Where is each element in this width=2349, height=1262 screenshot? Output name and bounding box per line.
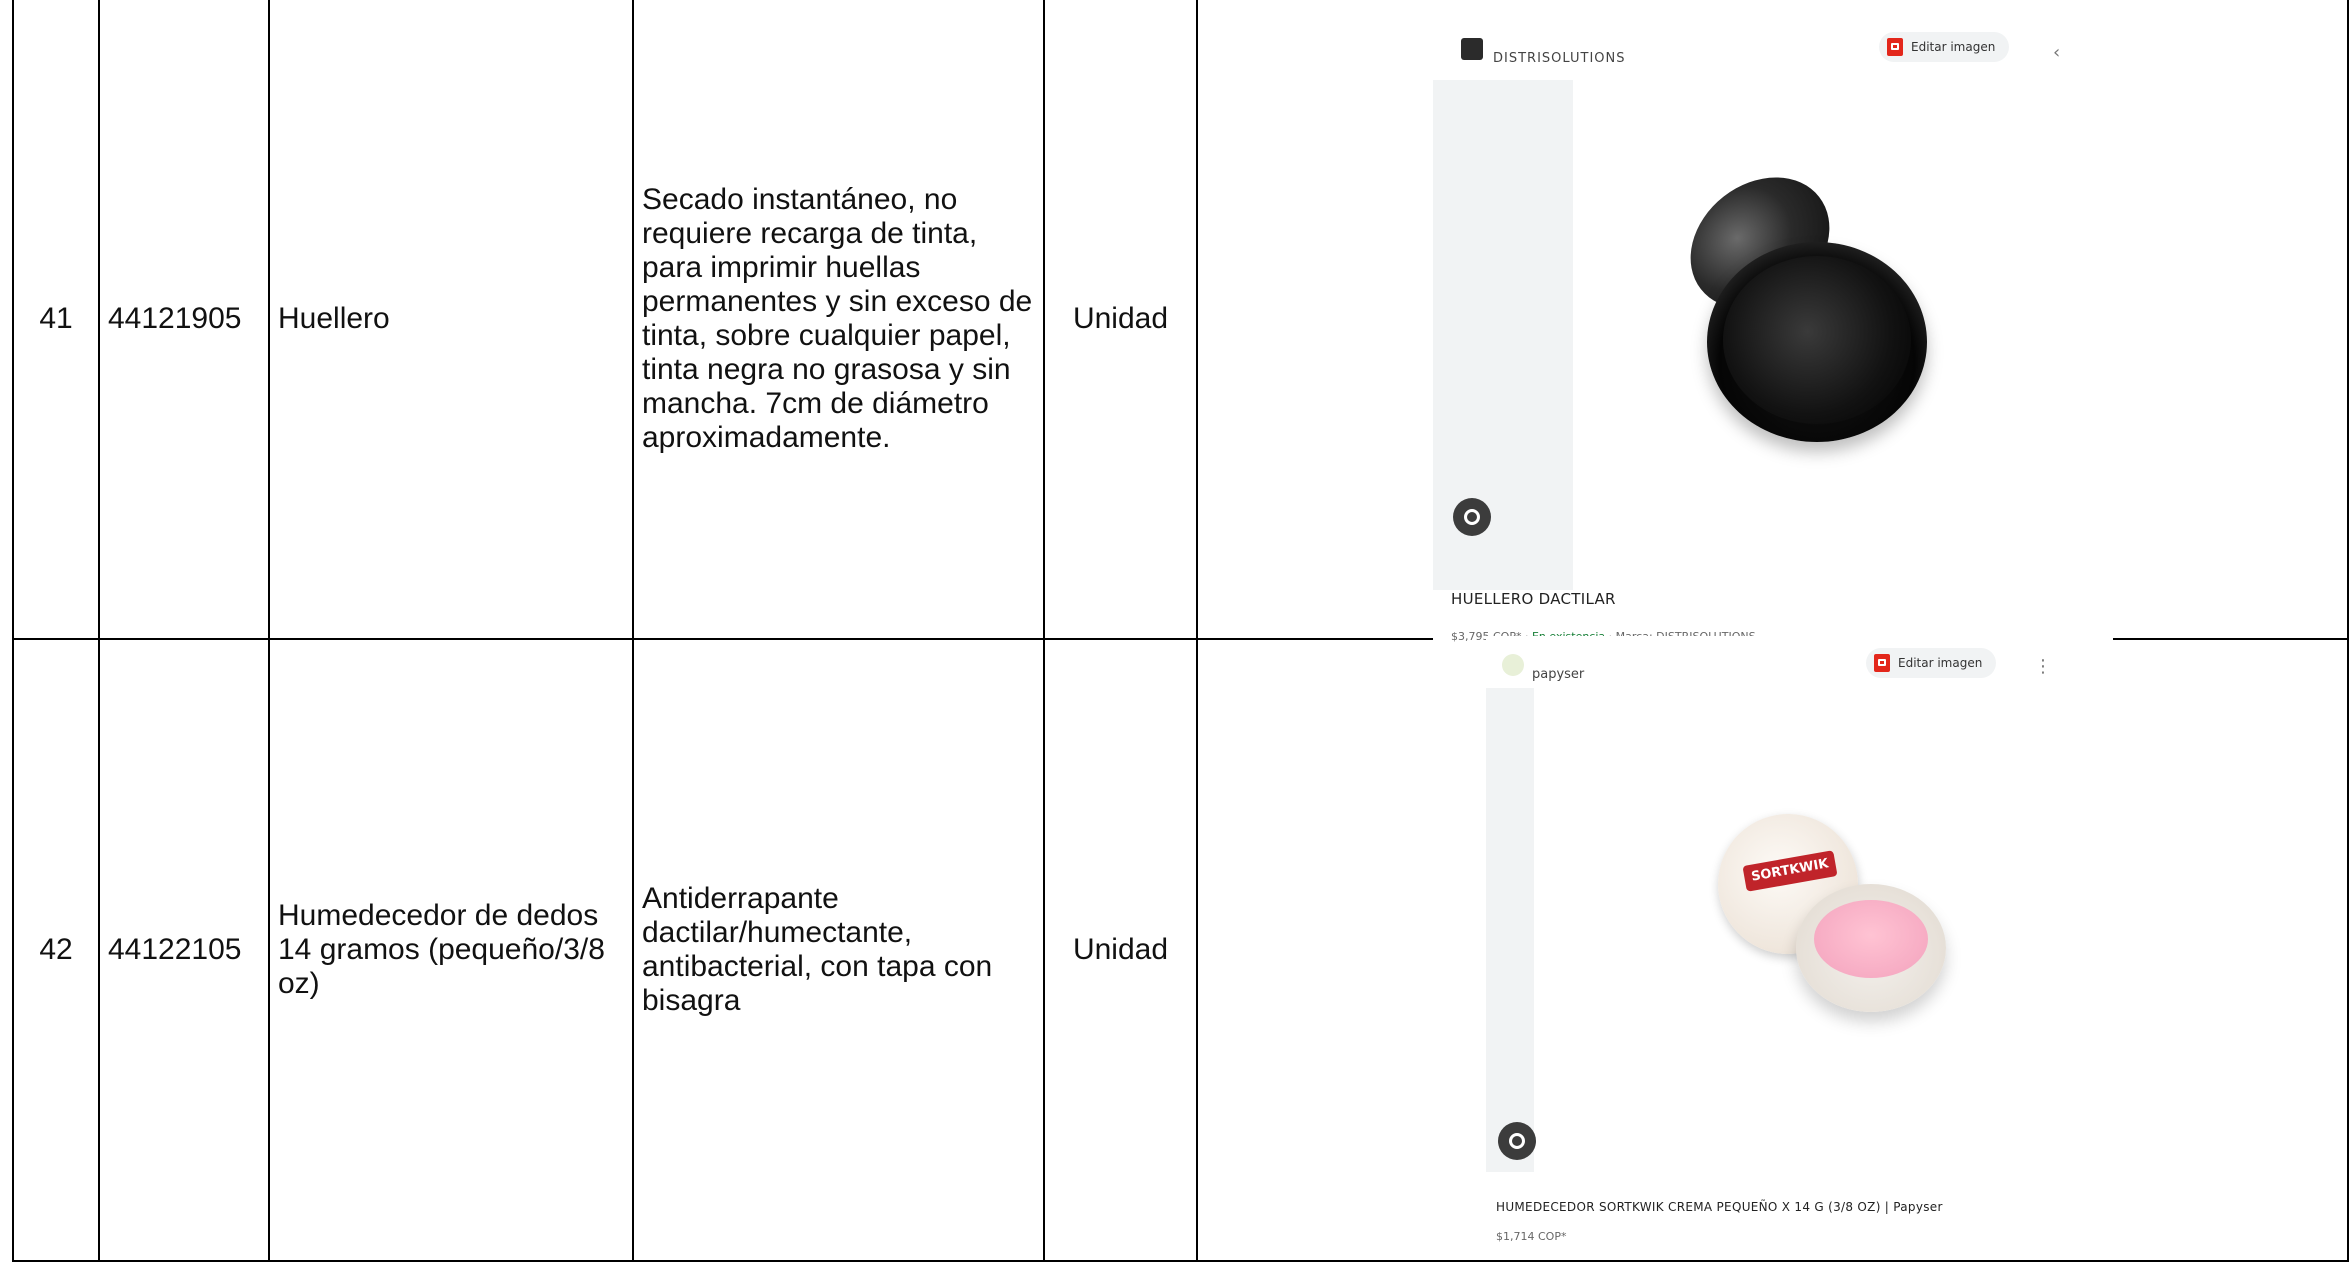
product-title: HUMEDECEDOR SORTKWIK CREMA PEQUEÑO X 14 … — [1496, 1200, 1943, 1214]
chevron-left-icon[interactable]: ‹ — [2053, 36, 2060, 70]
brand-name: DISTRISOLUTIONS — [1493, 51, 1626, 66]
edit-image-label: Editar imagen — [1911, 40, 1996, 54]
product-price: $1,714 COP* — [1496, 1230, 1567, 1243]
brand-logo — [1502, 654, 1524, 676]
item-number: 42 — [12, 638, 100, 1262]
more-vert-icon[interactable]: ⋮ — [2034, 650, 2052, 684]
item-name: Huellero — [268, 0, 634, 640]
edit-image-label: Editar imagen — [1898, 656, 1983, 670]
product-spec-table: 41 44121905 Huellero Secado instantáneo,… — [12, 0, 2349, 1262]
lens-icon[interactable] — [1498, 1122, 1536, 1160]
item-name: Humedecedor de dedos 14 gramos (pequeño/… — [268, 638, 634, 1262]
item-image-cell: papyser Editar imagen ⋮ SORTKWIK HUMEDEC… — [1196, 636, 2349, 1262]
item-code: 44122105 — [98, 638, 270, 1262]
table-row: 41 44121905 Huellero Secado instantáneo,… — [12, 0, 2349, 644]
edit-image-button[interactable]: Editar imagen — [1879, 32, 2010, 62]
pdf-icon — [1874, 654, 1890, 672]
product-title: HUELLERO DACTILAR — [1451, 590, 1616, 608]
pdf-icon — [1887, 38, 1903, 56]
edit-image-button[interactable]: Editar imagen — [1866, 648, 1997, 678]
fingerprint-pad-image — [1664, 150, 1945, 444]
item-number: 41 — [12, 0, 100, 640]
finger-moistener-image: SORTKWIK — [1706, 802, 1958, 1024]
thumbnail-strip — [1486, 688, 1534, 1172]
item-description: Antiderrapante dactilar/humectante, anti… — [632, 638, 1045, 1262]
lens-icon[interactable] — [1453, 498, 1491, 536]
product-meta: $1,714 COP* — [1496, 1220, 1566, 1254]
table-row: 42 44122105 Humedecedor de dedos 14 gram… — [12, 636, 2349, 1262]
product-screenshot: papyser Editar imagen ⋮ SORTKWIK HUMEDEC… — [1486, 636, 2061, 1248]
item-image-cell: DISTRISOLUTIONS Editar imagen ‹ HUELLERO… — [1196, 0, 2349, 644]
product-screenshot: DISTRISOLUTIONS Editar imagen ‹ HUELLERO… — [1433, 14, 2113, 644]
item-code: 44121905 — [98, 0, 270, 640]
item-description: Secado instantáneo, no requiere recarga … — [632, 0, 1045, 640]
brand-logo — [1461, 38, 1483, 60]
brand-name: papyser — [1532, 667, 1585, 682]
item-unit: Unidad — [1043, 638, 1198, 1262]
item-unit: Unidad — [1043, 0, 1198, 640]
